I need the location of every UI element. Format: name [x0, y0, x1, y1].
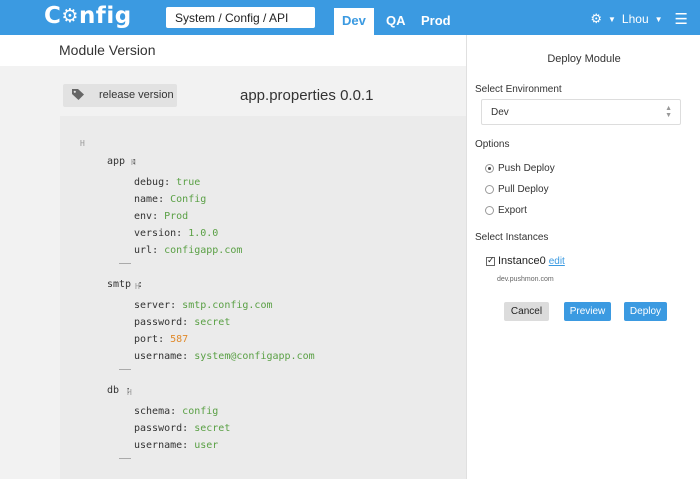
- fold-end-bar: [119, 458, 131, 459]
- instance-row[interactable]: Instance0 edit: [486, 255, 565, 267]
- yaml-entry: password: secret: [134, 317, 231, 328]
- app-logo[interactable]: C⚙nfig: [44, 3, 132, 29]
- release-version-label: release version: [99, 89, 174, 101]
- option-label: Export: [498, 205, 527, 216]
- tab-prod[interactable]: Prod: [413, 8, 459, 35]
- deploy-button[interactable]: Deploy: [624, 302, 667, 321]
- option-label: Pull Deploy: [498, 184, 549, 195]
- yaml-entry: version: 1.0.0: [134, 228, 219, 239]
- option-pull-deploy[interactable]: Pull Deploy: [485, 184, 549, 195]
- edit-instance-link[interactable]: edit: [549, 256, 565, 267]
- option-push-deploy[interactable]: Push Deploy: [485, 163, 555, 174]
- breadcrumb[interactable]: System / Config / API: [166, 7, 315, 28]
- preview-button[interactable]: Preview: [564, 302, 611, 321]
- fold-marker[interactable]: H: [131, 158, 136, 167]
- module-header: Module Version: [0, 35, 466, 66]
- file-title: app.properties 0.0.1: [240, 87, 374, 104]
- fold-marker[interactable]: H: [80, 139, 85, 148]
- select-arrows-icon: ▲ ▼: [665, 105, 672, 119]
- caret-down-icon: ▼: [654, 14, 663, 24]
- fold-end-bar: [119, 263, 131, 264]
- panel-title: Deploy Module: [547, 53, 621, 65]
- env-label: Select Environment: [475, 84, 562, 95]
- yaml-entry: password: secret: [134, 423, 231, 434]
- radio-button[interactable]: [485, 206, 494, 215]
- caret-down-icon: ▼: [608, 14, 616, 24]
- option-label: Push Deploy: [498, 163, 555, 174]
- yaml-entry: url: configapp.com: [134, 245, 243, 256]
- yaml-entry: env: Prod: [134, 211, 189, 222]
- release-version-button[interactable]: release version: [63, 84, 177, 107]
- logo-gear-icon: ⚙: [61, 5, 79, 27]
- fold-marker[interactable]: H: [135, 282, 140, 291]
- yaml-entry: schema: config: [134, 406, 219, 417]
- yaml-entry: debug: true: [134, 177, 201, 188]
- options-label: Options: [475, 139, 510, 150]
- fold-marker[interactable]: H: [127, 388, 132, 397]
- option-export[interactable]: Export: [485, 205, 527, 216]
- tag-icon: [72, 89, 84, 100]
- instance-name: Instance0: [498, 255, 546, 267]
- page-title: Module Version: [59, 42, 156, 58]
- instances-label: Select Instances: [475, 232, 549, 243]
- yaml-entry: name: Config: [134, 194, 207, 205]
- yaml-entry: server: smtp.config.com: [134, 300, 273, 311]
- radio-button[interactable]: [485, 164, 494, 173]
- gear-icon[interactable]: ⚙: [590, 11, 602, 27]
- instance-checkbox[interactable]: [486, 255, 495, 266]
- environment-select-value: Dev: [491, 107, 509, 118]
- yaml-editor[interactable]: H app : H debug: true name: Config env: …: [60, 116, 466, 479]
- instance-host: dev.pushmon.com: [497, 276, 554, 283]
- module-content: Module Version release version app.prope…: [0, 35, 466, 479]
- yaml-entry: username: system@configapp.com: [134, 351, 315, 362]
- environment-select[interactable]: Dev ▲ ▼: [481, 99, 681, 125]
- user-name[interactable]: Lhou: [622, 12, 649, 26]
- radio-button[interactable]: [485, 185, 494, 194]
- yaml-entry: port: 587: [134, 334, 189, 345]
- yaml-entry: username: user: [134, 440, 219, 451]
- deploy-panel: Deploy Module Select Environment Dev ▲ ▼ …: [466, 35, 700, 479]
- top-navbar: C⚙nfig System / Config / API Dev QA Prod…: [0, 0, 700, 35]
- tab-dev[interactable]: Dev: [334, 8, 374, 35]
- hamburger-menu-icon[interactable]: ☰: [675, 10, 688, 28]
- user-menu[interactable]: ⚙ ▼ Lhou ▼ ☰: [590, 10, 688, 28]
- cancel-button[interactable]: Cancel: [504, 302, 549, 321]
- tab-qa[interactable]: QA: [378, 8, 414, 35]
- fold-end-bar: [119, 369, 131, 370]
